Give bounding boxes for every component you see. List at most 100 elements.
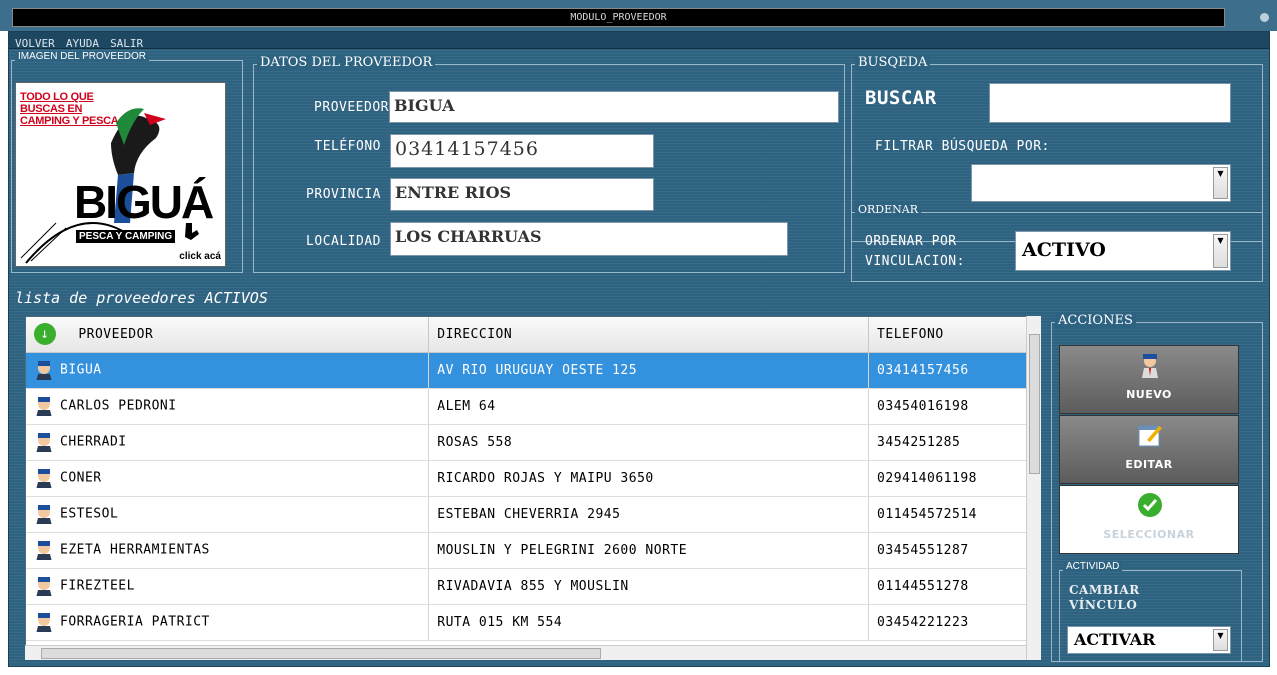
cambiar-label-2: VÍNCULO xyxy=(1069,598,1138,612)
check-icon xyxy=(1138,493,1162,517)
cell-text: MOUSLIN Y PELEGRINI 2600 NORTE xyxy=(437,542,688,558)
cell-telefono[interactable]: 3454251285 xyxy=(868,424,1027,461)
cell-direccion[interactable]: ESTEBAN CHEVERRIA 2945 xyxy=(428,496,870,533)
menu-bar: VOLVER AYUDA SALIR xyxy=(9,32,1269,52)
user-icon xyxy=(36,361,52,380)
table-vscroll[interactable] xyxy=(1026,316,1041,660)
cell-text: 029414061198 xyxy=(877,470,977,486)
cell-text: EZETA HERRAMIENTAS xyxy=(60,542,210,558)
table-row[interactable]: FORRAGERIA PATRICT RUTA 015 KM 554 0345422… xyxy=(26,604,1027,641)
cell-telefono[interactable]: 011454572514 xyxy=(868,496,1027,533)
cell-direccion[interactable]: AV RIO URUGUAY OESTE 125 xyxy=(428,352,870,389)
ordenar-label-2: VINCULACION: xyxy=(865,254,965,269)
user-icon xyxy=(36,397,52,416)
cell-proveedor[interactable]: EZETA HERRAMIENTAS xyxy=(26,532,430,569)
table-row[interactable]: BIGUA AV RIO URUGUAY OESTE 125 03414157456 xyxy=(26,352,1027,389)
close-icon[interactable] xyxy=(1260,13,1269,22)
proveedor-field[interactable]: BIGUA xyxy=(389,91,839,123)
localidad-field[interactable]: LOS CHARRUAS xyxy=(390,222,788,256)
table-hscroll[interactable] xyxy=(25,645,1026,660)
cell-proveedor[interactable]: CONER xyxy=(26,460,430,497)
user-icon xyxy=(36,541,52,560)
col-direccion[interactable]: DIRECCION xyxy=(428,317,870,353)
user-add-icon xyxy=(1142,354,1158,378)
cell-proveedor[interactable]: CHERRADI xyxy=(26,424,430,461)
cell-proveedor[interactable]: ESTESOL xyxy=(26,496,430,533)
user-icon xyxy=(36,577,52,596)
cell-telefono[interactable]: 029414061198 xyxy=(868,460,1027,497)
providers-table[interactable]: ↓ PROVEEDOR DIRECCION TELEFONO BIGUA AV R… xyxy=(25,316,1041,660)
nuevo-label: NUEVO xyxy=(1126,388,1172,401)
filter-dropdown[interactable]: ▼ xyxy=(971,164,1231,202)
table-row[interactable]: CHERRADI ROSAS 558 3454251285 xyxy=(26,424,1027,461)
table-row[interactable]: FIREZTEEL RIVADAVIA 855 Y MOUSLIN 01144551… xyxy=(26,568,1027,605)
cell-proveedor[interactable]: FORRAGERIA PATRICT xyxy=(26,604,430,641)
logo-sub: PESCA Y CAMPING xyxy=(76,230,176,243)
table-row[interactable]: EZETA HERRAMIENTAS MOUSLIN Y PELEGRINI 26… xyxy=(26,532,1027,569)
table-row[interactable]: ESTESOL ESTEBAN CHEVERRIA 2945 01145457251… xyxy=(26,496,1027,533)
chevron-down-icon[interactable]: ▼ xyxy=(1213,167,1228,199)
provincia-field[interactable]: ENTRE RIOS xyxy=(390,178,654,211)
seleccionar-button[interactable]: SELECCIONAR xyxy=(1059,485,1239,554)
title-bar: MODULO_PROVEEDOR xyxy=(0,0,1277,31)
editar-label: EDITAR xyxy=(1125,458,1173,471)
cambiar-label-1: CAMBIAR xyxy=(1069,583,1140,597)
cell-text: ALEM 64 xyxy=(437,398,496,414)
cell-proveedor[interactable]: CARLOS PEDRONI xyxy=(26,388,430,425)
click-hint: click acá xyxy=(179,251,221,262)
nuevo-button[interactable]: NUEVO xyxy=(1059,345,1239,414)
cell-direccion[interactable]: RIVADAVIA 855 Y MOUSLIN xyxy=(428,568,870,605)
cell-text: RIVADAVIA 855 Y MOUSLIN xyxy=(437,578,629,594)
editar-button[interactable]: EDITAR xyxy=(1059,415,1239,484)
ordenar-label-1: ORDENAR POR xyxy=(865,234,957,249)
user-icon xyxy=(36,505,52,524)
cell-text: CONER xyxy=(60,470,102,486)
cell-telefono[interactable]: 03454016198 xyxy=(868,388,1027,425)
cell-direccion[interactable]: RUTA 015 KM 554 xyxy=(428,604,870,641)
table-row[interactable]: CONER RICARDO ROJAS Y MAIPU 3650 029414061… xyxy=(26,460,1027,497)
cell-direccion[interactable]: MOUSLIN Y PELEGRINI 2600 NORTE xyxy=(428,532,870,569)
hscroll-thumb[interactable] xyxy=(41,648,601,659)
actividad-dropdown[interactable]: ACTIVAR ▼ xyxy=(1067,626,1231,654)
search-input[interactable] xyxy=(989,83,1231,123)
cell-telefono[interactable]: 03454551287 xyxy=(868,532,1027,569)
edit-icon xyxy=(1138,425,1162,447)
menu-salir[interactable]: SALIR xyxy=(110,35,143,52)
col-telefono[interactable]: TELEFONO xyxy=(868,317,1027,353)
provider-image[interactable]: TODO LO QUE BUSCAS EN CAMPING Y PESCA BI… xyxy=(15,82,226,267)
cell-text: ROSAS 558 xyxy=(437,434,513,450)
window-title: MODULO_PROVEEDOR xyxy=(12,8,1225,27)
chevron-down-icon[interactable]: ▼ xyxy=(1213,234,1228,268)
actividad-value: ACTIVAR xyxy=(1074,630,1156,649)
cell-telefono[interactable]: 03414157456 xyxy=(868,352,1027,389)
cell-text: ESTESOL xyxy=(60,506,119,522)
cell-direccion[interactable]: RICARDO ROJAS Y MAIPU 3650 xyxy=(428,460,870,497)
provincia-label: PROVINCIA xyxy=(306,187,381,202)
cell-text: 011454572514 xyxy=(877,506,977,522)
cell-text: 01144551278 xyxy=(877,578,969,594)
acciones-group-label: ACCIONES xyxy=(1055,313,1136,328)
cell-telefono[interactable]: 01144551278 xyxy=(868,568,1027,605)
cell-text: FIREZTEEL xyxy=(60,578,135,594)
logo-brand: BIGUÁ xyxy=(74,176,214,228)
vscroll-thumb[interactable] xyxy=(1029,334,1040,474)
table-row[interactable]: CARLOS PEDRONI ALEM 64 03454016198 xyxy=(26,388,1027,425)
cell-proveedor[interactable]: BIGUA xyxy=(26,352,430,389)
sort-down-icon[interactable]: ↓ xyxy=(34,323,56,346)
menu-ayuda[interactable]: AYUDA xyxy=(66,35,99,52)
chevron-down-icon[interactable]: ▼ xyxy=(1213,629,1228,651)
menu-volver[interactable]: VOLVER xyxy=(15,35,55,52)
actividad-group-label: ACTIVIDAD xyxy=(1063,561,1123,572)
filtrar-label: FILTRAR BÚSQUEDA POR: xyxy=(875,139,1050,154)
col-proveedor[interactable]: ↓ PROVEEDOR xyxy=(26,317,430,353)
user-icon xyxy=(36,469,52,488)
cell-text: CARLOS PEDRONI xyxy=(60,398,177,414)
cell-text: 03454551287 xyxy=(877,542,969,558)
ordenar-dropdown[interactable]: ACTIVO ▼ xyxy=(1015,231,1231,271)
telefono-field[interactable]: 03414157456 xyxy=(390,134,654,168)
cell-text: 3454251285 xyxy=(877,434,961,450)
cell-proveedor[interactable]: FIREZTEEL xyxy=(26,568,430,605)
cell-telefono[interactable]: 03454221223 xyxy=(868,604,1027,641)
cell-direccion[interactable]: ALEM 64 xyxy=(428,388,870,425)
cell-direccion[interactable]: ROSAS 558 xyxy=(428,424,870,461)
